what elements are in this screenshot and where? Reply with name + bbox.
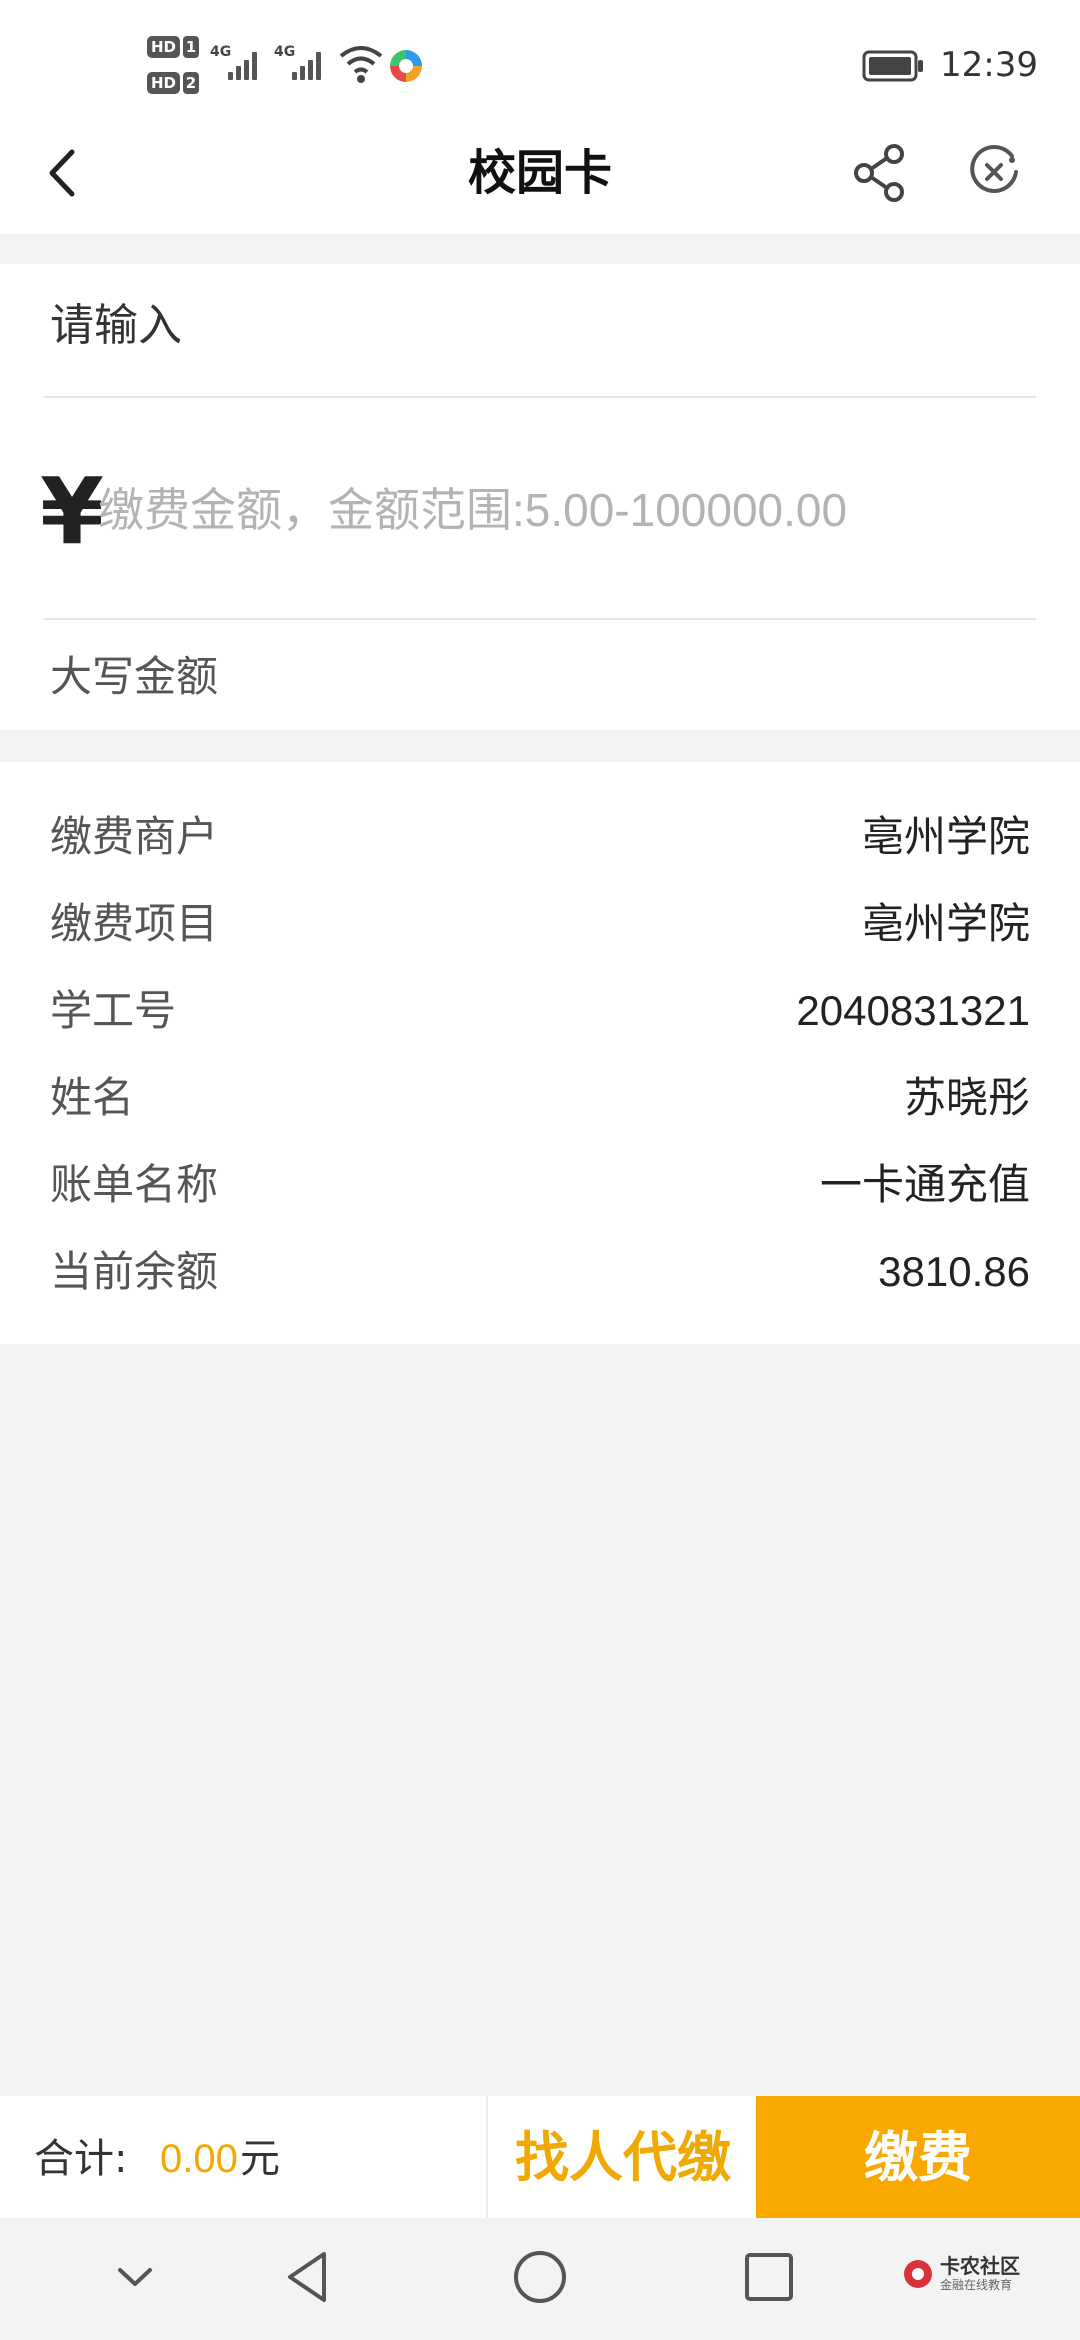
app-notification-icon (388, 48, 424, 84)
find-proxy-payer-button[interactable]: 找人代缴 (490, 2096, 756, 2218)
upper-amount-label: 大写金额 (50, 652, 219, 701)
hd2-label: HD (147, 72, 181, 94)
square-recent-icon[interactable] (734, 2242, 804, 2312)
signal-bar (244, 60, 249, 80)
signal-bar (308, 60, 313, 80)
sim-status: HD 1 HD 2 (147, 34, 203, 100)
net1-label: 4G (210, 44, 232, 60)
divider (44, 396, 1036, 398)
signal-1-icon: 4G (210, 40, 268, 84)
divider (44, 618, 1036, 620)
signal-bar (316, 52, 321, 80)
input-label: 请输入 (50, 300, 182, 351)
share-icon[interactable] (850, 140, 910, 206)
status-clock: 12:39 (940, 45, 1038, 85)
pay-button[interactable]: 缴费 (756, 2096, 1080, 2218)
triangle-back-icon[interactable] (274, 2242, 344, 2312)
sim2-badge: HD 2 (147, 70, 200, 96)
total-unit: 元 (240, 2136, 280, 2182)
sim2-number: 2 (183, 72, 200, 94)
amount-input[interactable] (98, 470, 1048, 550)
signal-bar (300, 66, 305, 80)
signal-2-icon: 4G (274, 40, 332, 84)
signal-bar (228, 72, 233, 80)
signal-bar (252, 52, 257, 80)
payment-info-card (0, 762, 1080, 1344)
signal-bar (292, 72, 297, 80)
wifi-icon (338, 42, 384, 86)
battery-icon (862, 50, 924, 82)
hd1-label: HD (147, 36, 181, 58)
chevron-down-icon[interactable] (100, 2242, 170, 2312)
watermark-logo-icon (904, 2260, 932, 2288)
info-row-merchant (0, 800, 1080, 870)
watermark-logo: 卡农社区 金融在线教育 (900, 2246, 1070, 2302)
watermark-subtitle: 金融在线教育 (940, 2278, 1013, 2292)
signal-bar (236, 66, 241, 80)
sim1-number: 1 (183, 36, 200, 58)
sim1-badge: HD 1 (147, 34, 200, 60)
back-arrow-icon[interactable] (40, 140, 84, 206)
close-mini-program-icon[interactable] (964, 142, 1024, 202)
total-value: 0.00 (160, 2137, 238, 2181)
divider (486, 2096, 488, 2218)
page-title: 校园卡 (467, 145, 612, 201)
total-label: 合计: (34, 2136, 128, 2182)
net2-label: 4G (274, 44, 296, 60)
watermark-title: 卡农社区 (940, 2254, 1020, 2278)
circle-home-icon[interactable] (505, 2242, 575, 2312)
